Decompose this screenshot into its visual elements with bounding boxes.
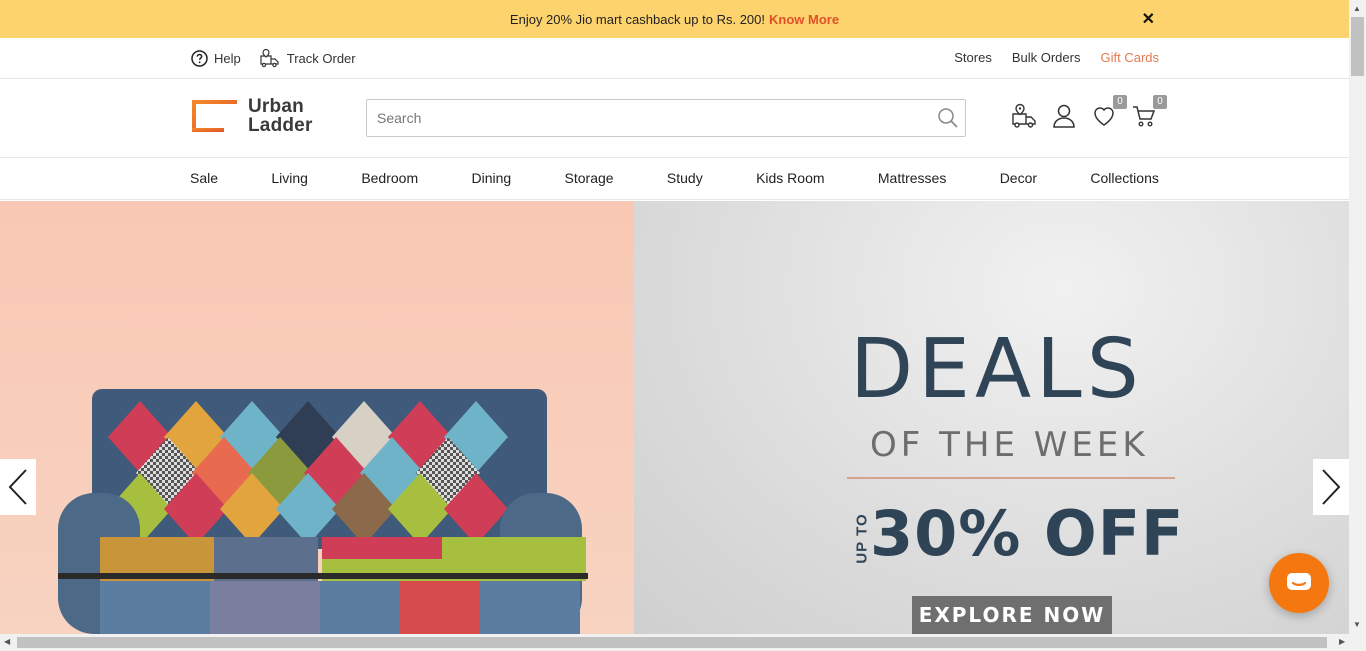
- explore-now-button[interactable]: EXPLORE NOW: [912, 596, 1112, 634]
- chevron-right-icon: [1322, 469, 1341, 505]
- chevron-left-icon: [8, 469, 27, 505]
- promo-text: Enjoy 20% Jio mart cashback up to Rs. 20…: [509, 11, 765, 27]
- nav-item-collections[interactable]: Collections: [1090, 170, 1158, 186]
- track-order-label: Track Order: [286, 50, 356, 66]
- help-link[interactable]: Help: [191, 49, 241, 67]
- search-box: [366, 99, 966, 137]
- category-nav: Sale Living Bedroom Dining Storage Study…: [0, 158, 1349, 200]
- gift-cards-link[interactable]: Gift Cards: [1100, 50, 1159, 65]
- hero-headline: DEALS: [850, 322, 1144, 417]
- hero-divider: [847, 477, 1175, 479]
- stores-link[interactable]: Stores: [954, 50, 992, 65]
- nav-item-bedroom[interactable]: Bedroom: [361, 170, 418, 186]
- utility-bar: Help Track Order Stores Bulk Orders Gift…: [0, 38, 1349, 79]
- hero-subheadline: OF THE WEEK: [870, 425, 1149, 465]
- scroll-left-icon[interactable]: ◀: [4, 637, 10, 646]
- nav-item-decor[interactable]: Decor: [1000, 170, 1037, 186]
- nav-item-study[interactable]: Study: [667, 170, 703, 186]
- bulk-orders-link[interactable]: Bulk Orders: [1012, 50, 1081, 65]
- main-header: Urban Ladder 0 0: [0, 79, 1349, 158]
- hero-banner[interactable]: DEALS OF THE WEEK UP TO 30% OFF EXPLORE …: [0, 201, 1349, 634]
- horizontal-scroll-thumb[interactable]: [17, 637, 1327, 648]
- cart-icon[interactable]: 0: [1131, 95, 1167, 129]
- nav-item-kids-room[interactable]: Kids Room: [756, 170, 824, 186]
- sofa-image: [58, 389, 588, 634]
- vertical-scrollbar[interactable]: ▲ ▼: [1349, 0, 1366, 634]
- delivery-truck-icon[interactable]: [1011, 103, 1037, 129]
- cart-count-badge: 0: [1153, 95, 1167, 109]
- search-input[interactable]: [367, 100, 907, 136]
- scroll-down-icon[interactable]: ▼: [1353, 620, 1361, 629]
- search-icon[interactable]: [937, 107, 959, 129]
- nav-item-mattresses[interactable]: Mattresses: [878, 170, 946, 186]
- scroll-up-icon[interactable]: ▲: [1353, 4, 1361, 13]
- logo-mark-icon: [192, 100, 237, 132]
- logo-text: Urban Ladder: [248, 97, 313, 135]
- nav-item-living[interactable]: Living: [271, 170, 308, 186]
- urban-ladder-logo[interactable]: Urban Ladder: [191, 97, 313, 135]
- track-order-link[interactable]: Track Order: [259, 48, 356, 68]
- nav-item-sale[interactable]: Sale: [190, 170, 218, 186]
- logo-line-1: Urban: [248, 96, 304, 117]
- wishlist-heart-icon[interactable]: 0: [1091, 95, 1127, 129]
- chat-button[interactable]: [1269, 553, 1329, 613]
- scroll-right-icon[interactable]: ▶: [1339, 637, 1345, 646]
- carousel-next-button[interactable]: [1313, 459, 1349, 515]
- know-more-link[interactable]: Know More: [769, 12, 839, 27]
- carousel-prev-button[interactable]: [0, 459, 36, 515]
- horizontal-scrollbar[interactable]: ◀ ▶: [0, 634, 1366, 651]
- hero-upto: UP TO: [853, 513, 871, 564]
- wishlist-count-badge: 0: [1113, 95, 1127, 109]
- account-icon[interactable]: [1051, 103, 1077, 129]
- help-icon: [191, 49, 208, 67]
- vertical-scroll-thumb[interactable]: [1351, 17, 1364, 76]
- chat-icon: [1287, 573, 1311, 590]
- hero-offer: 30% OFF: [870, 497, 1185, 570]
- close-icon[interactable]: ✕: [1142, 9, 1155, 29]
- help-label: Help: [214, 50, 241, 66]
- logo-line-2: Ladder: [248, 115, 313, 136]
- page: Enjoy 20% Jio mart cashback up to Rs. 20…: [0, 0, 1366, 651]
- nav-item-storage[interactable]: Storage: [565, 170, 614, 186]
- track-order-icon: [260, 48, 279, 68]
- promo-bar: Enjoy 20% Jio mart cashback up to Rs. 20…: [0, 0, 1349, 38]
- header-icons: 0 0: [1011, 95, 1167, 129]
- nav-item-dining[interactable]: Dining: [471, 170, 511, 186]
